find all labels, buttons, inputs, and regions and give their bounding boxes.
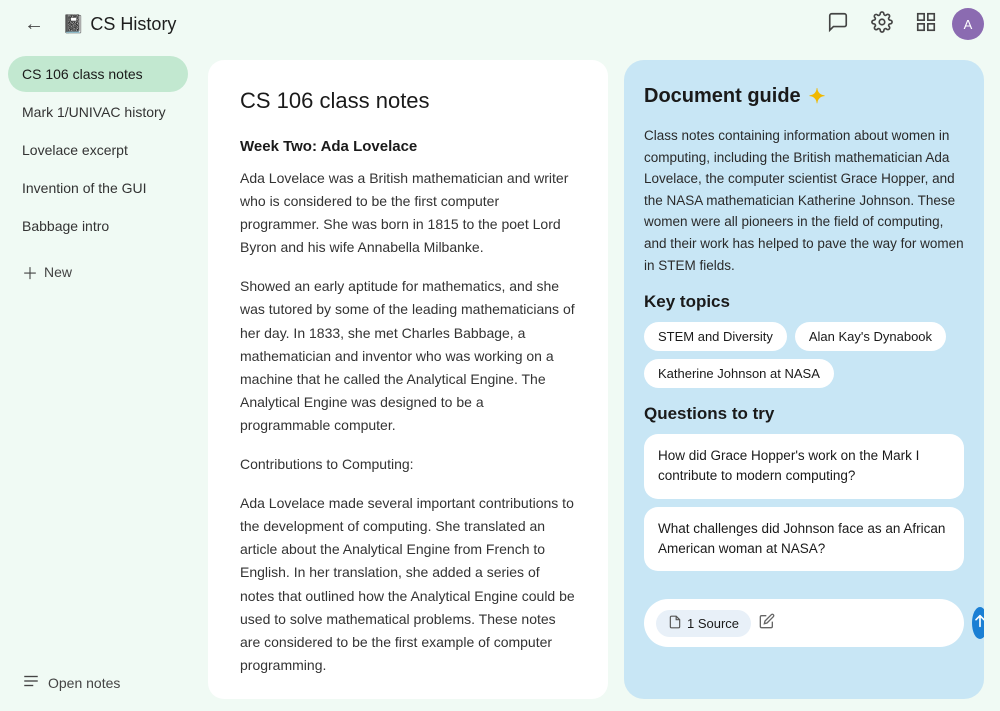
avatar[interactable]: A (952, 8, 984, 40)
sidebar-item-babbage[interactable]: Babbage intro (8, 208, 188, 244)
doc-paragraph-4: Ada Lovelace also wrote about the potent… (240, 693, 576, 699)
open-notes-label: Open notes (48, 675, 120, 691)
document-panel: CS 106 class notes Week Two: Ada Lovelac… (208, 60, 608, 699)
doc-paragraph-3: Ada Lovelace made several important cont… (240, 492, 576, 677)
sidebar: CS 106 class notes Mark 1/UNIVAC history… (0, 48, 196, 711)
guide-input-row: 1 Source (644, 599, 964, 647)
guide-title-text: Document guide (644, 85, 801, 108)
main-layout: CS 106 class notes Mark 1/UNIVAC history… (0, 48, 1000, 711)
new-label: New (44, 264, 72, 280)
topics-chips: STEM and Diversity Alan Kay's Dynabook K… (644, 322, 964, 388)
topbar-left: ← 📓 CS History (16, 6, 176, 42)
send-button[interactable] (972, 607, 984, 639)
question-card-1[interactable]: How did Grace Hopper's work on the Mark … (644, 434, 964, 499)
question-card-2[interactable]: What challenges did Johnson face as an A… (644, 507, 964, 572)
new-note-button[interactable]: ＋ New (8, 250, 188, 294)
guide-title: Document guide ✦ (644, 84, 964, 109)
settings-icon (871, 11, 893, 38)
app-title: 📓 CS History (62, 14, 176, 35)
chat-button[interactable] (820, 6, 856, 42)
guide-description: Class notes containing information about… (644, 125, 964, 276)
sparkle-icon: ✦ (809, 84, 826, 109)
guide-panel: Document guide ✦ Class notes containing … (624, 60, 984, 699)
settings-button[interactable] (864, 6, 900, 42)
guide-input[interactable] (783, 615, 964, 631)
doc-paragraph-contributions: Contributions to Computing: (240, 453, 576, 476)
key-topics-title: Key topics (644, 292, 964, 312)
topic-chip-dynabook[interactable]: Alan Kay's Dynabook (795, 322, 946, 351)
sidebar-item-mark1[interactable]: Mark 1/UNIVAC history (8, 94, 188, 130)
source-label: 1 Source (687, 616, 739, 631)
back-button[interactable]: ← (16, 6, 52, 42)
doc-paragraph-2: Showed an early aptitude for mathematics… (240, 275, 576, 437)
questions-title: Questions to try (644, 404, 964, 424)
sidebar-item-invention[interactable]: Invention of the GUI (8, 170, 188, 206)
content-area: CS 106 class notes Week Two: Ada Lovelac… (196, 48, 1000, 711)
topbar-icons: A (820, 6, 984, 42)
open-notes-button[interactable]: Open notes (8, 662, 188, 703)
sidebar-item-cs106[interactable]: CS 106 class notes (8, 56, 188, 92)
layout-icon (915, 11, 937, 38)
document-title: CS 106 class notes (240, 88, 576, 114)
chat-icon (827, 11, 849, 38)
notebook-icon: 📓 (62, 14, 84, 35)
questions-section: Questions to try How did Grace Hopper's … (644, 404, 964, 579)
doc-paragraph-1: Ada Lovelace was a British mathematician… (240, 167, 576, 259)
source-badge[interactable]: 1 Source (656, 610, 751, 637)
key-topics-section: Key topics STEM and Diversity Alan Kay's… (644, 292, 964, 388)
back-icon: ← (24, 13, 44, 36)
source-icon (668, 615, 682, 632)
open-notes-icon (22, 672, 40, 693)
topic-chip-katherine[interactable]: Katherine Johnson at NASA (644, 359, 834, 388)
topbar: ← 📓 CS History (0, 0, 1000, 48)
sidebar-item-lovelace[interactable]: Lovelace excerpt (8, 132, 188, 168)
layout-button[interactable] (908, 6, 944, 42)
send-icon (972, 613, 984, 634)
pencil-icon (759, 613, 775, 634)
plus-icon: ＋ (22, 260, 38, 284)
topic-chip-stem[interactable]: STEM and Diversity (644, 322, 787, 351)
document-section-title: Week Two: Ada Lovelace (240, 138, 576, 155)
app-title-text: CS History (90, 14, 176, 35)
